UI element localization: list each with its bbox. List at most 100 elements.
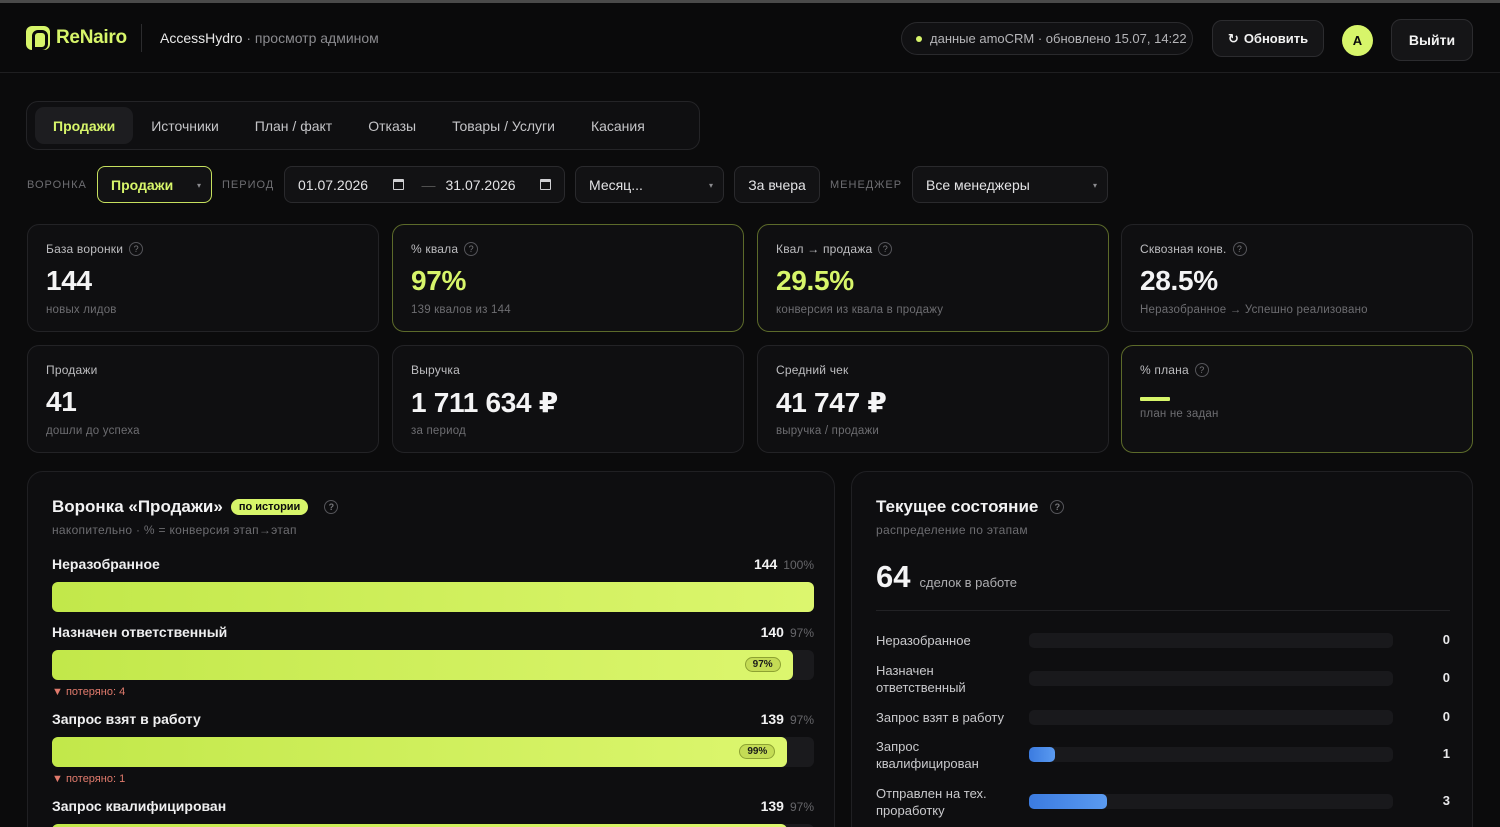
- deals-total: 64: [876, 559, 911, 594]
- stage-name: Неразобранное: [52, 556, 160, 572]
- kpi-value: 1 711 634 ₽: [411, 387, 558, 418]
- kpi-card-plan-percent: % плана? план не задан: [1121, 345, 1473, 453]
- manager-filter-label: МЕНЕДЖЕР: [830, 179, 903, 191]
- current-state-panel: Текущее состояние ? распределение по эта…: [851, 471, 1473, 827]
- kpi-note: выручка / продажи: [776, 425, 880, 437]
- stage-bar-track: [52, 582, 814, 612]
- state-stage-name: Назначен ответственный: [876, 663, 966, 695]
- tenant-name: AccessHydro: [160, 30, 243, 46]
- funnel-filter-label: ВОРОНКА: [27, 179, 87, 191]
- funnel-select[interactable]: Продажи ▾: [97, 166, 212, 203]
- tenant-mode: · просмотр админом: [246, 30, 379, 46]
- stage-conversion-tag: 99%: [739, 744, 776, 759]
- logout-button[interactable]: Выйти: [1391, 19, 1473, 61]
- tab-rejections[interactable]: Отказы: [350, 107, 434, 144]
- stage-count: 140: [760, 624, 784, 640]
- period-filter-label: ПЕРИОД: [222, 179, 275, 191]
- funnel-title-row: Воронка «Продажи» по истории ?: [52, 497, 339, 517]
- kpi-note: Неразобранное → Успешно реализовано: [1140, 304, 1368, 316]
- avatar[interactable]: A: [1342, 25, 1373, 56]
- stage-name: Запрос квалифицирован: [52, 798, 227, 814]
- sync-status-text: данные amoCRM · обновлено 15.07, 14:22: [930, 31, 1187, 46]
- kpi-note: за период: [411, 425, 466, 437]
- state-stage-name: Запрос квалифицирован: [876, 739, 979, 771]
- kpi-card-end-to-end: Сквозная конв.? 28.5% Неразобранное → Ус…: [1121, 224, 1473, 332]
- help-icon[interactable]: ?: [1194, 363, 1209, 377]
- kpi-label: Выручка: [411, 363, 461, 377]
- help-icon[interactable]: ?: [1050, 500, 1065, 514]
- deals-total-label: сделок в работе: [919, 575, 1018, 590]
- help-icon[interactable]: ?: [878, 242, 893, 256]
- help-icon[interactable]: ?: [464, 242, 479, 256]
- stage-name: Запрос взят в работу: [52, 711, 201, 727]
- state-stage-count: 1: [1442, 746, 1450, 761]
- funnel-subtitle: накопительно · % = конверсия этап→этап: [52, 523, 297, 537]
- tab-products[interactable]: Товары / Услуги: [434, 107, 573, 144]
- refresh-button[interactable]: ↻ Обновить: [1212, 20, 1324, 57]
- deals-in-progress: 64 сделок в работе: [876, 559, 1017, 595]
- funnel-stage: Неразобранное 144 100%: [52, 556, 814, 612]
- stage-bar-track: 97%: [52, 650, 814, 680]
- state-stage-count: 0: [1442, 670, 1450, 685]
- divider: [876, 610, 1450, 611]
- history-badge: по истории: [230, 499, 309, 515]
- kpi-card-sales: Продажи 41 дошли до успеха: [27, 345, 379, 453]
- kpi-value: 29.5%: [776, 265, 854, 296]
- tab-touches[interactable]: Касания: [573, 107, 663, 144]
- date-from[interactable]: 01.07.2026: [298, 177, 368, 193]
- state-stage-name: Неразобранное: [876, 633, 971, 648]
- state-bar-fill: [1029, 747, 1056, 762]
- help-icon[interactable]: ?: [1232, 242, 1247, 256]
- help-icon[interactable]: ?: [129, 242, 144, 256]
- kpi-card-avg-check: Средний чек 41 747 ₽ выручка / продажи: [757, 345, 1109, 453]
- date-range-input[interactable]: 01.07.2026 — 31.07.2026: [284, 166, 565, 203]
- tenant-info: AccessHydro · просмотр админом: [160, 30, 379, 46]
- tab-plan-fact[interactable]: План / факт: [237, 107, 350, 144]
- manager-select-value: Все менеджеры: [926, 176, 1030, 193]
- calendar-icon[interactable]: [392, 179, 404, 190]
- stage-count: 139: [760, 711, 784, 727]
- funnel-stage: Запрос квалифицирован 139 97%: [52, 798, 814, 827]
- state-bar-track: [1029, 710, 1393, 725]
- kpi-label: Сквозная конв.: [1140, 242, 1227, 256]
- help-icon[interactable]: ?: [324, 500, 339, 514]
- kpi-label: % плана: [1140, 363, 1189, 377]
- stage-bar-fill: 97%: [52, 650, 793, 680]
- state-subtitle: распределение по этапам: [876, 523, 1028, 537]
- kpi-label: База воронки: [46, 242, 124, 256]
- calendar-icon[interactable]: [540, 179, 551, 190]
- funnel-stage: Назначен ответственный 140 97% 97% ▼ поте…: [52, 624, 814, 698]
- manager-select[interactable]: Все менеджеры ▾: [912, 166, 1108, 203]
- kpi-value: 41: [46, 386, 77, 417]
- stage-percent: 97%: [789, 800, 814, 814]
- kpi-card-qual-rate: % квала? 97% 139 квалов из 144: [392, 224, 744, 332]
- kpi-note: 139 квалов из 144: [411, 304, 511, 316]
- yesterday-button[interactable]: За вчера: [734, 166, 820, 203]
- chevron-down-icon: ▾: [196, 181, 201, 190]
- kpi-note: план не задан: [1140, 408, 1219, 420]
- stage-count: 139: [760, 798, 784, 814]
- empty-value-dash: [1140, 397, 1170, 401]
- stage-conversion-tag: 97%: [744, 657, 781, 672]
- stage-bar-fill: [52, 582, 814, 612]
- kpi-card-revenue: Выручка 1 711 634 ₽ за период: [392, 345, 744, 453]
- stage-bar-track: 99%: [52, 737, 814, 767]
- stage-lost: ▼ потеряно: 1: [52, 773, 126, 785]
- state-bar-track: [1029, 671, 1393, 686]
- tab-sources[interactable]: Источники: [133, 107, 237, 144]
- tab-sales[interactable]: Продажи: [35, 107, 134, 144]
- period-preset-select[interactable]: Месяц... ▾: [575, 166, 724, 203]
- stage-percent: 97%: [789, 626, 814, 640]
- refresh-icon: ↻: [1227, 30, 1239, 46]
- refresh-label: Обновить: [1243, 31, 1309, 46]
- state-bar-track: [1029, 633, 1393, 648]
- date-to[interactable]: 31.07.2026: [446, 177, 516, 193]
- kpi-label: Средний чек: [776, 363, 849, 377]
- state-bar-track: [1029, 747, 1393, 762]
- kpi-value: 28.5%: [1140, 265, 1218, 296]
- stage-percent: 100%: [783, 558, 814, 572]
- stage-percent: 97%: [789, 713, 814, 727]
- kpi-note: конверсия из квала в продажу: [776, 304, 944, 316]
- kpi-label: Квал → продажа: [776, 242, 873, 256]
- brand-logo[interactable]: ReNairo: [26, 26, 127, 50]
